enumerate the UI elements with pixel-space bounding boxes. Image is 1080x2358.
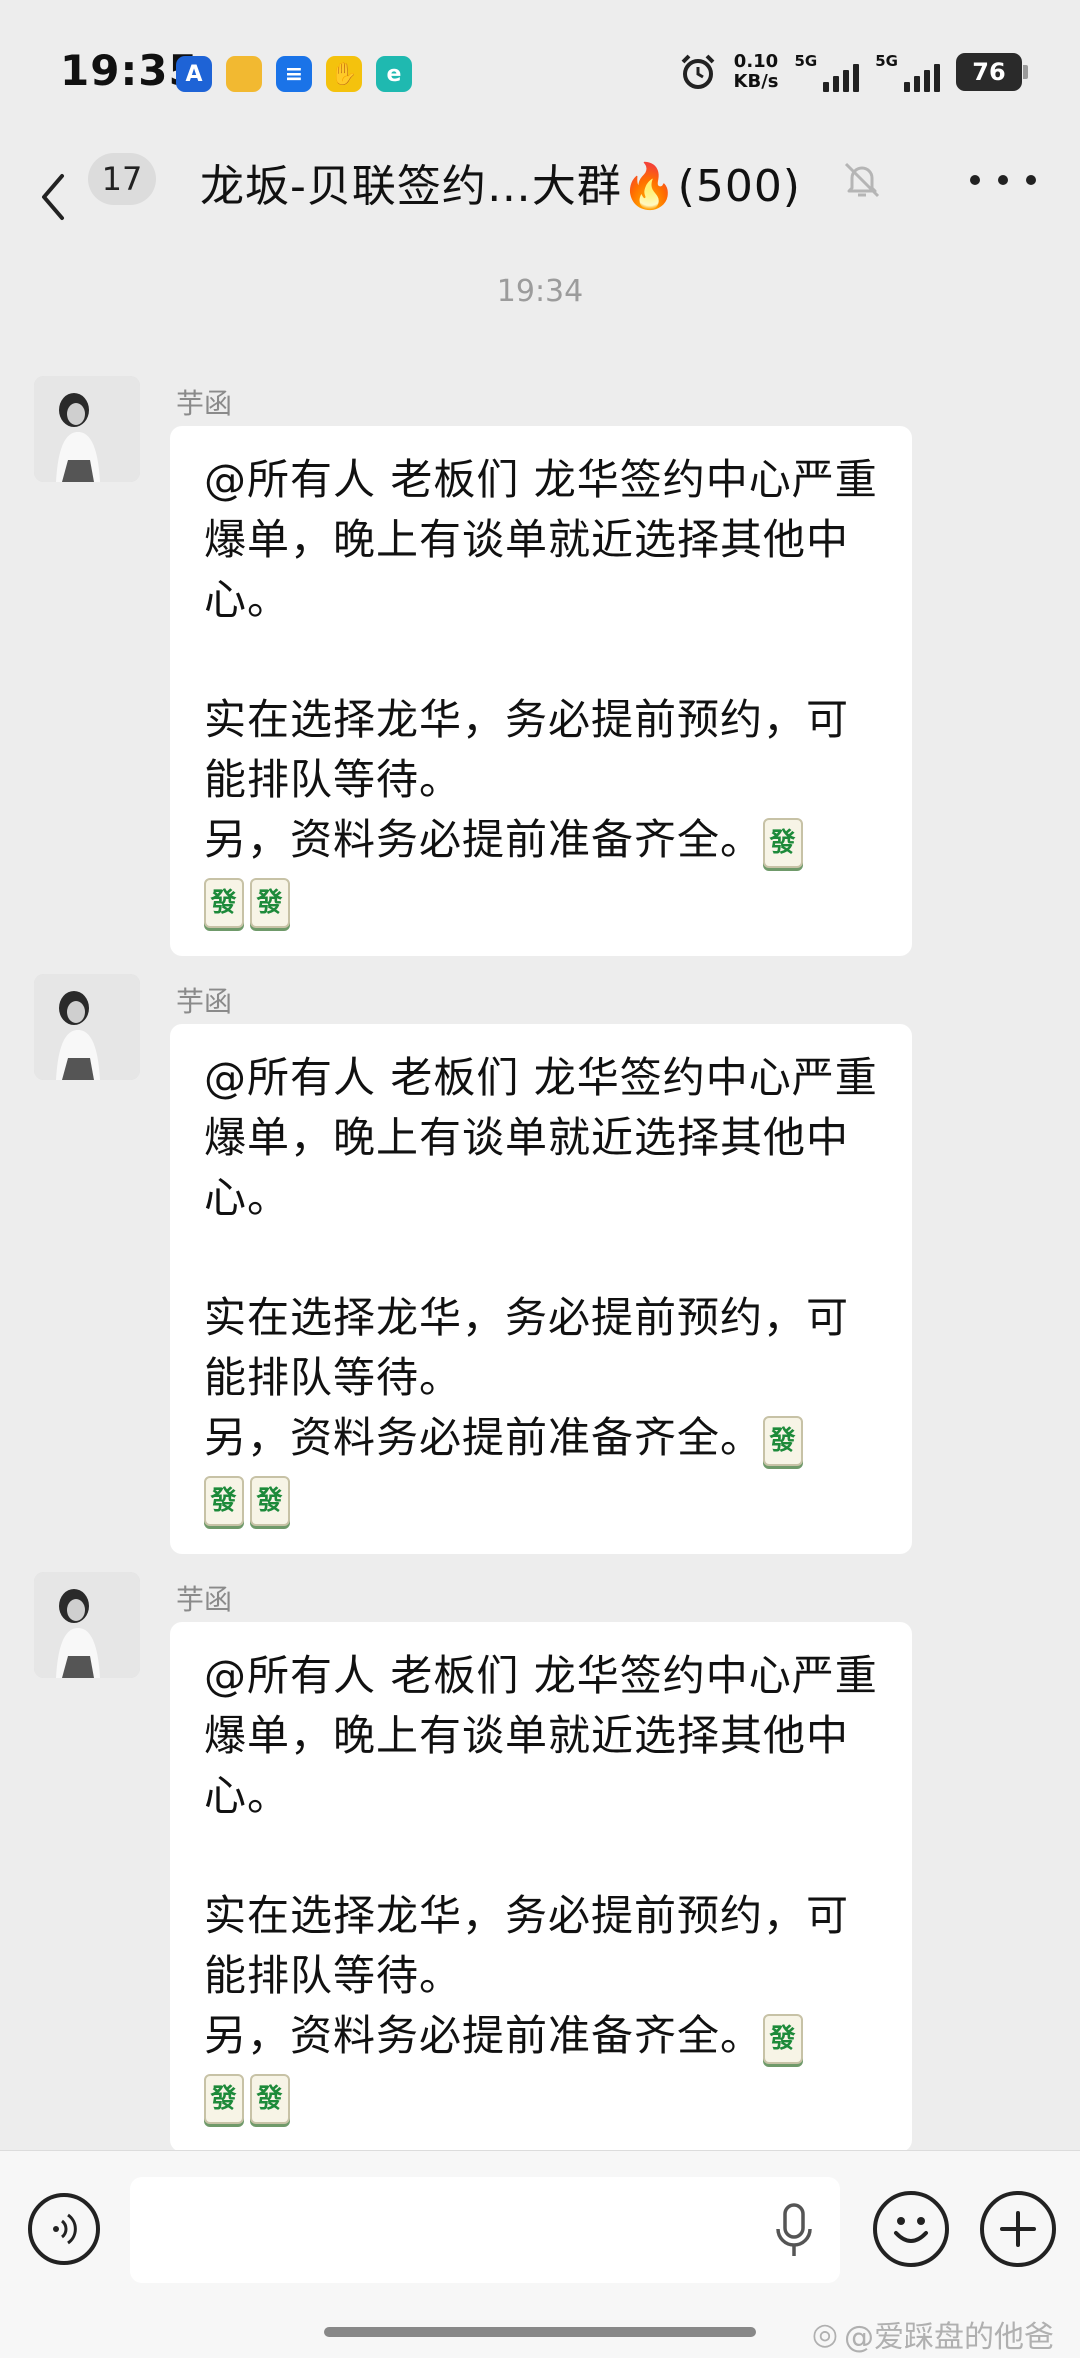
microphone-icon[interactable] <box>770 2201 818 2261</box>
fa-mahjong-emoji-icon: 發 <box>204 1475 244 1526</box>
message-timestamp: 19:34 <box>496 274 584 309</box>
message-bubble[interactable]: @所有人 老板们 龙华签约中心严重爆单，晚上有谈单就近选择其他中心。 实在选择龙… <box>170 1622 912 2152</box>
sender-avatar[interactable] <box>34 1572 140 1678</box>
notification-icons: A ≡ ✋ e <box>176 56 412 92</box>
watermark-text: @爱踩盘的他爸 <box>844 2320 1054 2355</box>
avatar-image <box>34 376 140 482</box>
message-text-line: 实在选择龙华，务必提前预约，可能排队等待。 <box>204 695 850 804</box>
chat-screen: 19:35 A ≡ ✋ e 0.10 KB/s 5G 5G 76 17 龙坂-贝… <box>0 0 1080 2358</box>
signal-2-icon: 5G <box>875 52 940 92</box>
message-emoji-line: 發發 <box>204 1468 882 1528</box>
signal-1-icon: 5G <box>795 52 860 92</box>
more-actions-button[interactable] <box>980 2191 1056 2267</box>
dot-icon <box>970 175 980 185</box>
message-emoji-line: 發發 <box>204 2066 882 2126</box>
network-speed-value: 0.10 <box>733 51 779 72</box>
message-text-line: 另，资料务必提前准备齐全。發 <box>204 2006 882 2066</box>
signal-1-label: 5G <box>794 52 818 70</box>
avatar-image <box>34 1572 140 1678</box>
hand-icon: ✋ <box>326 56 362 92</box>
message-text-line: 另，资料务必提前准备齐全。發 <box>204 1408 882 1468</box>
sender-avatar[interactable] <box>34 376 140 482</box>
message-bubble[interactable]: @所有人 老板们 龙华签约中心严重爆单，晚上有谈单就近选择其他中心。 实在选择龙… <box>170 1024 912 1554</box>
voice-wave-icon <box>53 2213 77 2245</box>
home-indicator[interactable] <box>324 2327 756 2337</box>
mute-bell-icon <box>844 162 880 198</box>
chevron-left-icon <box>42 174 64 220</box>
more-options-button[interactable] <box>970 160 1036 200</box>
dot-icon <box>998 175 1008 185</box>
message-text-line: 实在选择龙华，务必提前预约，可能排队等待。 <box>204 1891 850 2000</box>
fa-mahjong-emoji-icon: 發 <box>763 817 804 868</box>
watermark: ◎ @爱踩盘的他爸 <box>812 2312 1054 2356</box>
chat-title[interactable]: 龙坂-贝联签约…大群🔥(500) <box>200 150 801 214</box>
fa-mahjong-emoji-icon: 發 <box>204 877 244 928</box>
message-emoji-line: 發發 <box>204 870 882 930</box>
weibo-logo-icon: ◎ <box>811 2316 838 2352</box>
status-indicators: 0.10 KB/s 5G 5G 76 <box>678 52 1028 92</box>
fa-mahjong-emoji-icon: 發 <box>250 1475 290 1526</box>
avatar-image <box>34 974 140 1080</box>
app-a-icon: A <box>176 56 212 92</box>
alarm-icon <box>681 54 714 89</box>
unread-count-badge[interactable]: 17 <box>88 153 156 205</box>
chat-bubble-icon: ≡ <box>276 56 312 92</box>
voice-mode-button[interactable] <box>28 2193 100 2265</box>
smiley-icon <box>894 2217 928 2243</box>
message-text-line: @所有人 老板们 龙华签约中心严重爆单，晚上有谈单就近选择其他中心。 <box>204 1651 878 1820</box>
back-button[interactable] <box>38 152 78 242</box>
fa-mahjong-emoji-icon: 發 <box>204 2073 244 2124</box>
signal-2-label: 5G <box>875 52 898 70</box>
dot-icon <box>1026 175 1036 185</box>
fa-mahjong-emoji-icon: 發 <box>763 1415 804 1466</box>
battery-icon: 76 <box>956 53 1028 91</box>
message-text-line: 另，资料务必提前准备齐全。發 <box>204 810 882 870</box>
sender-name: 芋函 <box>176 1583 233 1616</box>
sender-name: 芋函 <box>176 387 233 420</box>
folder-icon <box>226 56 262 92</box>
fa-mahjong-emoji-icon: 發 <box>250 877 290 928</box>
message-input[interactable] <box>130 2177 840 2283</box>
status-bar: 19:35 A ≡ ✋ e 0.10 KB/s 5G 5G 76 <box>0 0 1080 140</box>
sender-avatar[interactable] <box>34 974 140 1080</box>
message-text-line: @所有人 老板们 龙华签约中心严重爆单，晚上有谈单就近选择其他中心。 <box>204 1053 878 1222</box>
message-text-line: @所有人 老板们 龙华签约中心严重爆单，晚上有谈单就近选择其他中心。 <box>204 455 878 624</box>
refresh-app-icon: e <box>376 56 412 92</box>
network-speed: 0.10 KB/s <box>734 52 779 92</box>
emoji-button[interactable] <box>873 2191 949 2267</box>
network-speed-unit: KB/s <box>733 71 779 92</box>
plus-icon <box>1000 2211 1036 2247</box>
sender-name: 芋函 <box>176 985 233 1018</box>
message-bubble[interactable]: @所有人 老板们 龙华签约中心严重爆单，晚上有谈单就近选择其他中心。 实在选择龙… <box>170 426 912 956</box>
fa-mahjong-emoji-icon: 發 <box>763 2013 804 2064</box>
message-text-line: 实在选择龙华，务必提前预约，可能排队等待。 <box>204 1293 850 1402</box>
fa-mahjong-emoji-icon: 發 <box>250 2073 290 2124</box>
